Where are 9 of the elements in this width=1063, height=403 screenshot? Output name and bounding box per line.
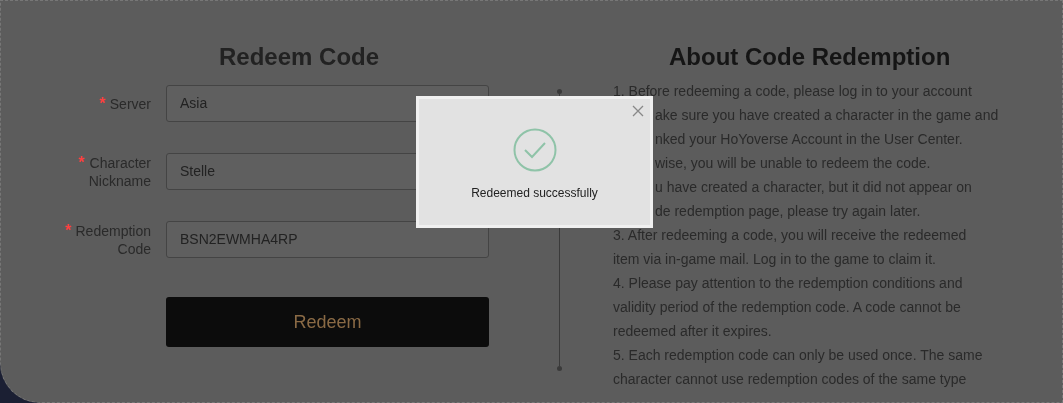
required-asterisk: *	[65, 221, 72, 240]
text-field[interactable]: BSN2EWMHA4RP	[166, 221, 489, 258]
required-asterisk: *	[78, 153, 85, 172]
redeem-button[interactable]: Redeem	[166, 297, 489, 347]
check-circle-icon	[512, 128, 557, 172]
about-title: About Code Redemption	[669, 42, 952, 72]
close-icon[interactable]	[632, 105, 644, 117]
required-asterisk: *	[99, 94, 106, 113]
form-title: Redeem Code	[219, 42, 380, 72]
